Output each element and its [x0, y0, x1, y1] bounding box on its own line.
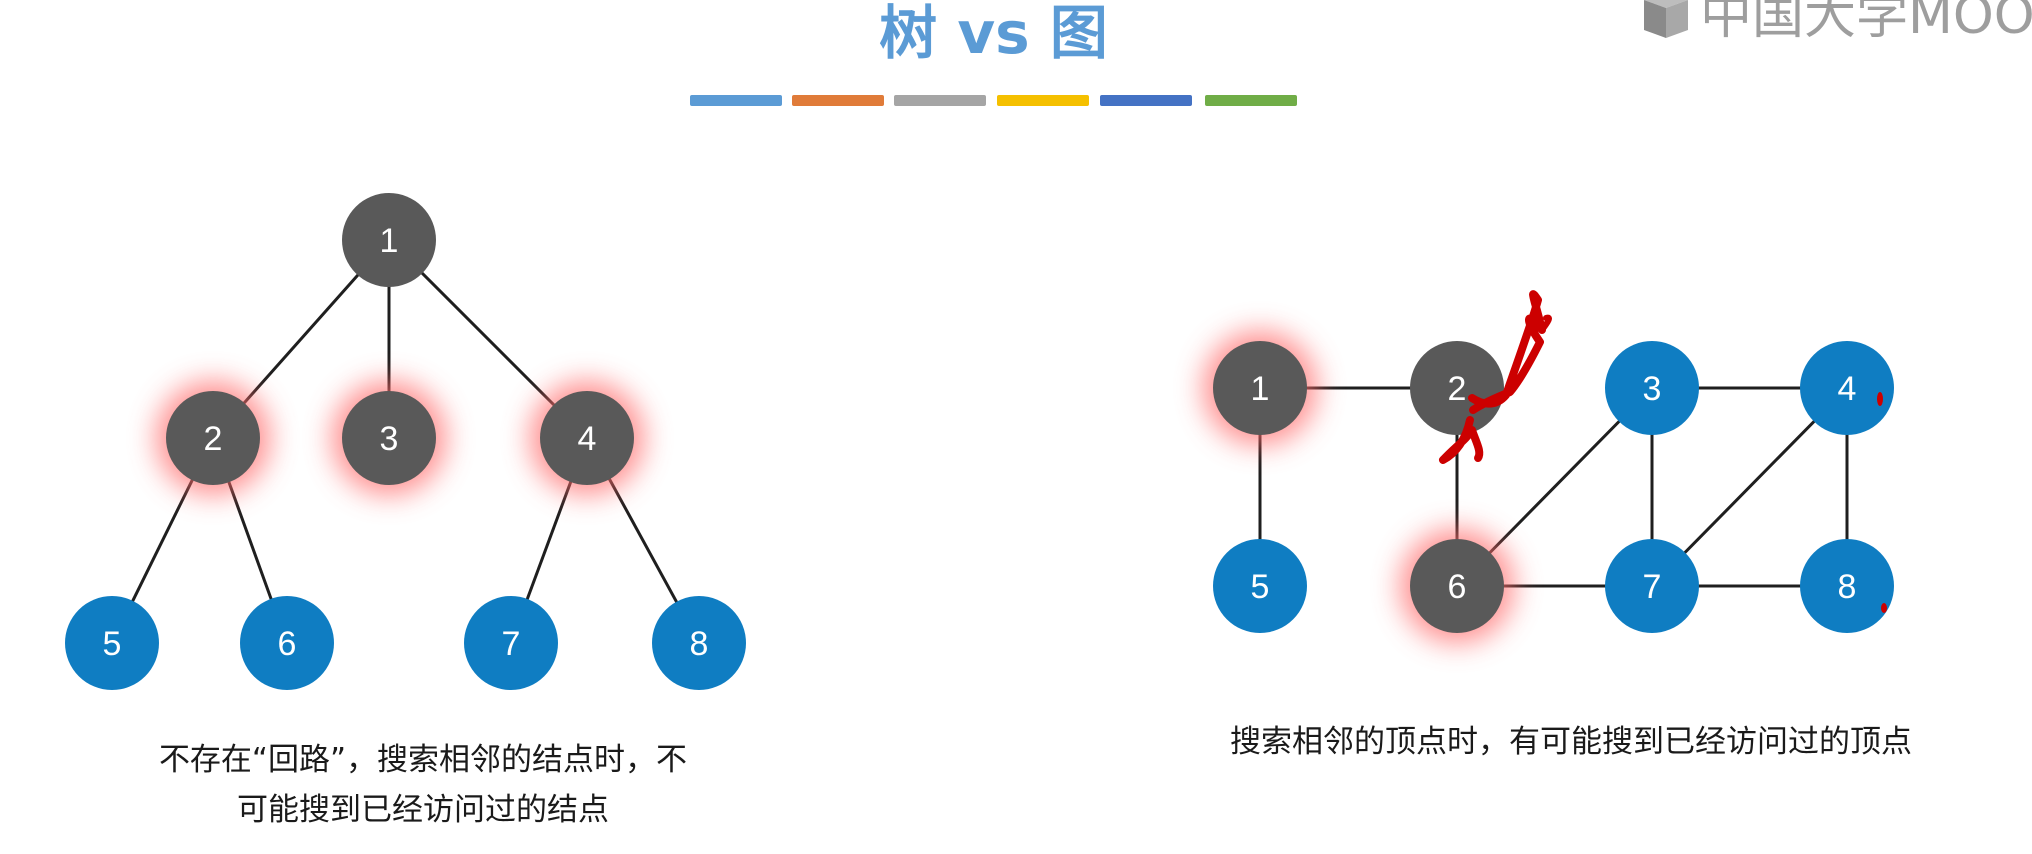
tree-caption-line1: 不存在“回路”，搜索相邻的结点时，不 [158, 742, 688, 778]
tree-node-1-label: 1 [380, 222, 399, 260]
tree-caption-line2: 可能搜到已经访问过的结点 [237, 792, 609, 828]
graph-node-5-label: 5 [1251, 568, 1270, 606]
graph-caption: 搜索相邻的顶点时，有可能搜到已经访问过的顶点 [1230, 724, 1912, 760]
graph-diagram: 1 2 3 4 5 6 7 8 [1203, 331, 1894, 643]
tree-node-8-label: 8 [690, 625, 709, 663]
tree-node-3-label: 3 [380, 420, 399, 458]
tree-node-7-label: 7 [502, 625, 521, 663]
graph-node-2-label: 2 [1448, 370, 1467, 408]
tree-node-6-label: 6 [278, 625, 297, 663]
tree-node-4-label: 4 [578, 420, 597, 458]
graph-node-8-label: 8 [1838, 568, 1857, 606]
tree-caption: 不存在“回路”，搜索相邻的结点时，不 可能搜到已经访问过的结点 [123, 735, 723, 835]
graph-node-1-label: 1 [1251, 370, 1270, 408]
tree-node-2-label: 2 [204, 420, 223, 458]
graph-node-3-label: 3 [1643, 370, 1662, 408]
tree-node-5-label: 5 [103, 625, 122, 663]
graph-node-4-label: 4 [1838, 370, 1857, 408]
graph-node-7-label: 7 [1643, 568, 1662, 606]
graph-node-6-label: 6 [1448, 568, 1467, 606]
tree-diagram: 1 2 3 4 5 6 7 8 [65, 193, 746, 690]
